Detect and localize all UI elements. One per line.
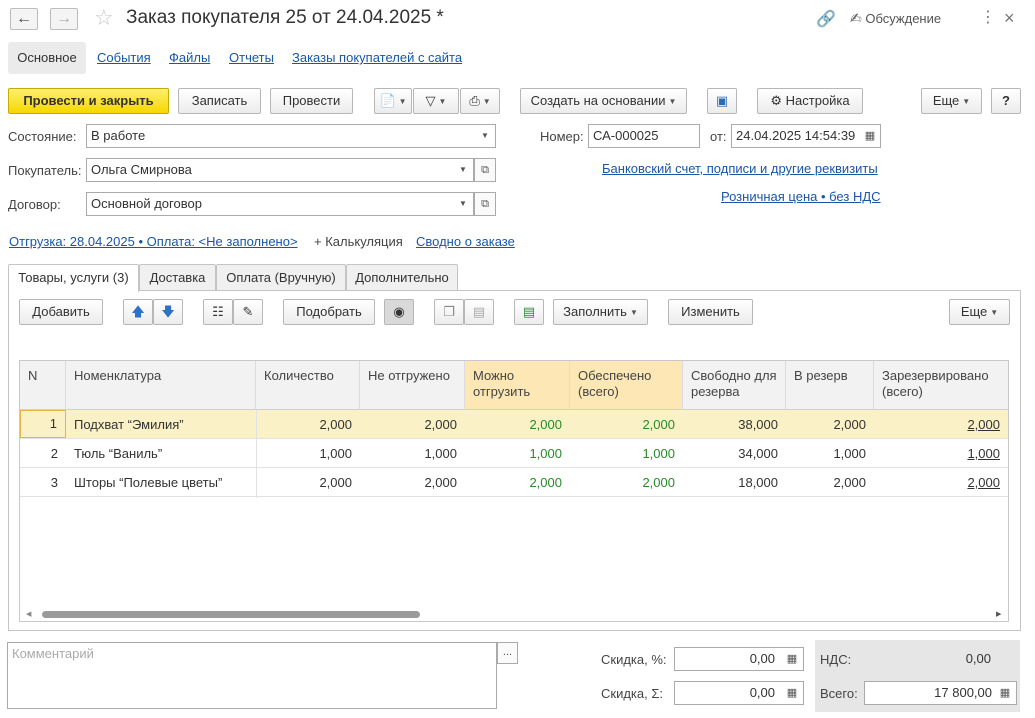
comment-expand-button[interactable]: ... xyxy=(497,642,518,664)
create-based-on-button[interactable]: Создать на основании ▼ xyxy=(520,88,687,114)
link-icon[interactable]: 🔗 xyxy=(816,9,836,29)
table-row[interactable]: 3 Шторы “Полевые цветы” 2,000 2,000 2,00… xyxy=(20,468,1008,497)
fill-button[interactable]: Заполнить ▼ xyxy=(553,299,648,325)
number-label: Номер: xyxy=(540,129,584,144)
section-events[interactable]: События xyxy=(97,42,151,74)
calculator-icon[interactable]: ▦ xyxy=(784,684,800,702)
discount-sum-field[interactable]: 0,00 ▦ xyxy=(674,681,804,705)
number-field[interactable]: СА-000025 xyxy=(588,124,700,148)
paste-icon[interactable]: ▤ xyxy=(464,299,494,325)
vat-label: НДС: xyxy=(820,652,852,667)
discussion-button[interactable]: ✍ Обсуждение xyxy=(850,10,941,27)
column-header-item[interactable]: Номенклатура xyxy=(66,361,256,410)
tab-additional[interactable]: Дополнительно xyxy=(346,264,458,291)
chat-icon: ✍ xyxy=(850,10,862,26)
post-button[interactable]: Провести xyxy=(270,88,353,114)
total-field[interactable]: 17 800,00 ▦ xyxy=(864,681,1017,705)
vat-value: 0,00 xyxy=(864,647,997,671)
calculator-icon[interactable]: ▦ xyxy=(784,650,800,668)
discussion-label: Обсуждение xyxy=(865,11,942,26)
column-header-qty[interactable]: Количество xyxy=(256,361,360,410)
column-header-not-shipped[interactable]: Не отгружено xyxy=(360,361,465,410)
column-header-can-ship[interactable]: Можно отгрузить xyxy=(465,361,570,410)
back-button[interactable]: ← xyxy=(10,8,38,30)
move-up-icon[interactable]: 🡅 xyxy=(123,299,153,325)
more-vertical-icon[interactable]: ⋮ xyxy=(980,9,996,27)
state-label: Состояние: xyxy=(8,129,77,144)
total-label: Всего: xyxy=(820,686,858,701)
favorite-star-icon[interactable]: ☆ xyxy=(94,5,114,31)
change-button[interactable]: Изменить xyxy=(668,299,753,325)
filter-icon[interactable]: ▽ ▼ xyxy=(413,88,459,114)
table-row[interactable]: 2 Тюль “Ваниль” 1,000 1,000 1,000 1,000 … xyxy=(20,439,1008,468)
contract-label: Договор: xyxy=(8,197,61,212)
arrow-right-icon: → xyxy=(56,10,72,27)
customer-field[interactable]: Ольга Смирнова ▼ xyxy=(86,158,474,182)
discount-pct-label: Скидка, %: xyxy=(601,652,667,667)
customer-label: Покупатель: xyxy=(8,163,82,178)
column-header-provided[interactable]: Обеспечено (всего) xyxy=(570,361,683,410)
calculator-icon[interactable]: ▦ xyxy=(997,684,1013,702)
state-field[interactable]: В работе ▼ xyxy=(86,124,496,148)
contract-field[interactable]: Основной договор ▼ xyxy=(86,192,474,216)
price-type-link[interactable]: Розничная цена • без НДС xyxy=(721,189,881,204)
save-button[interactable]: Записать xyxy=(178,88,261,114)
shipping-payment-link[interactable]: Отгрузка: 28.04.2025 • Оплата: <Не запол… xyxy=(9,234,298,249)
discount-pct-field[interactable]: 0,00 ▦ xyxy=(674,647,804,671)
table-fill-icon[interactable]: ▤ xyxy=(514,299,544,325)
section-files[interactable]: Файлы xyxy=(169,42,210,74)
tab-goods[interactable]: Товары, услуги (3) xyxy=(8,264,139,292)
help-button[interactable]: ? xyxy=(991,88,1021,114)
calendar-icon[interactable]: ▦ xyxy=(860,125,880,147)
comment-field[interactable]: Комментарий xyxy=(7,642,497,709)
chevron-down-icon[interactable]: ▼ xyxy=(453,193,473,215)
post-and-close-button[interactable]: Провести и закрыть xyxy=(8,88,169,114)
move-down-icon[interactable]: 🡇 xyxy=(153,299,183,325)
scroll-right-icon[interactable]: ▶ xyxy=(996,610,1001,618)
calculation-toggle[interactable]: + Калькуляция xyxy=(314,234,403,249)
gear-icon: ⚙ xyxy=(770,93,783,108)
window-title: Заказ покупателя 25 от 24.04.2025 * xyxy=(126,7,444,28)
bank-details-link[interactable]: Банковский счет, подписи и другие реквиз… xyxy=(602,161,878,176)
discount-sum-label: Скидка, Σ: xyxy=(601,686,663,701)
barcode-icon[interactable]: ☷ xyxy=(203,299,233,325)
section-main[interactable]: Основное xyxy=(8,42,86,74)
column-header-to-reserve[interactable]: В резерв xyxy=(786,361,874,410)
date-label: от: xyxy=(710,129,727,144)
tab-delivery[interactable]: Доставка xyxy=(139,264,216,291)
document-icon[interactable]: 📄 ▼ xyxy=(374,88,412,114)
scanner-icon[interactable]: ✎ xyxy=(233,299,263,325)
section-site-orders[interactable]: Заказы покупателей с сайта xyxy=(292,42,462,74)
eye-icon[interactable]: ◉ xyxy=(384,299,414,325)
table-more-button[interactable]: Еще ▼ xyxy=(949,299,1010,325)
goods-table: N Номенклатура Количество Не отгружено М… xyxy=(19,360,1009,622)
settings-button[interactable]: ⚙ Настройка xyxy=(757,88,863,114)
add-button[interactable]: Добавить xyxy=(19,299,103,325)
more-button[interactable]: Еще ▼ xyxy=(921,88,982,114)
arrow-left-icon: ← xyxy=(16,10,32,27)
open-contract-icon[interactable]: ⧉ xyxy=(474,192,496,216)
tab-payment[interactable]: Оплата (Вручную) xyxy=(216,264,346,291)
date-field[interactable]: 24.04.2025 14:54:39 ▦ xyxy=(731,124,881,148)
order-summary-link[interactable]: Сводно о заказе xyxy=(416,234,515,249)
copy-icon[interactable]: ❐ xyxy=(434,299,464,325)
scroll-left-icon[interactable]: ◀ xyxy=(26,610,31,618)
forward-button[interactable]: → xyxy=(50,8,78,30)
horizontal-scrollbar[interactable] xyxy=(42,611,420,618)
open-customer-icon[interactable]: ⧉ xyxy=(474,158,496,182)
print-icon[interactable]: ⎙ ▼ xyxy=(460,88,500,114)
column-header-free[interactable]: Свободно для резерва xyxy=(683,361,786,410)
pick-button[interactable]: Подобрать xyxy=(283,299,375,325)
chevron-down-icon[interactable]: ▼ xyxy=(453,159,473,181)
chevron-down-icon[interactable]: ▼ xyxy=(475,125,495,147)
close-icon[interactable]: × xyxy=(1004,8,1015,29)
section-reports[interactable]: Отчеты xyxy=(229,42,274,74)
column-header-reserved[interactable]: Зарезервировано (всего) xyxy=(874,361,1008,410)
structure-icon[interactable]: ▣ xyxy=(707,88,737,114)
column-header-n[interactable]: N xyxy=(20,361,66,410)
table-row[interactable]: 1 Подхват “Эмилия” 2,000 2,000 2,000 2,0… xyxy=(20,410,1008,439)
